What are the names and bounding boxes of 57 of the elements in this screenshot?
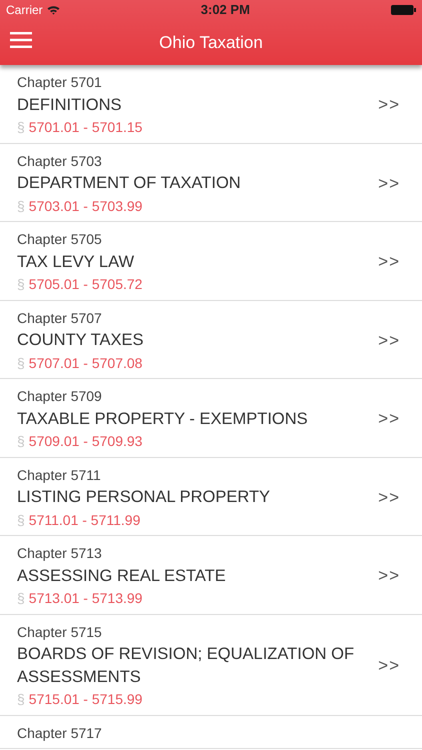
- chapter-number: Chapter 5705: [17, 230, 103, 249]
- chapter-number: Chapter 5711: [17, 466, 102, 485]
- chapter-number: Chapter 5715: [17, 622, 103, 642]
- section-sign: §: [17, 589, 25, 608]
- chapter-title: LISTING PERSONAL PROPERTY: [17, 487, 272, 508]
- chapter-title: DEPARTMENT OF TAXATION: [17, 173, 242, 194]
- chapter-row[interactable]: Chapter 5701 DEFINITIONS § 5701.01 - 5701.15 >>: [0, 65, 422, 144]
- menu-icon: [10, 32, 32, 48]
- section-sign: §: [17, 690, 25, 709]
- chevron-button[interactable]: >>: [378, 170, 400, 196]
- chapter-row[interactable]: Chapter 5717: [0, 716, 422, 749]
- chevron-button[interactable]: >>: [378, 406, 400, 432]
- chapter-title: ASSESSING REAL ESTATE: [17, 566, 227, 586]
- section-sign: §: [17, 432, 25, 451]
- chevron-button[interactable]: >>: [378, 249, 400, 274]
- chapter-row[interactable]: Chapter 5709 TAXABLE PROPERTY - EXEMPTIONS § 5709.01 - 5709.93 >>: [0, 379, 422, 458]
- chapter-row[interactable]: Chapter 5703 DEPARTMENT OF TAXATION § 5703.01 - 5703.99 >>: [0, 144, 422, 222]
- section-sign: §: [17, 510, 25, 530]
- carrier-label: Carrier: [6, 2, 43, 19]
- chevron-button[interactable]: >>: [378, 652, 400, 678]
- chapter-title: TAX LEVY LAW: [17, 252, 136, 272]
- chevron-button[interactable]: >>: [378, 92, 400, 118]
- section-sign: §: [17, 275, 25, 294]
- chapter-number: Chapter 5709: [17, 387, 103, 406]
- chevron-button[interactable]: >>: [378, 484, 400, 510]
- chapter-number: Chapter 5713: [17, 544, 103, 563]
- chapter-row[interactable]: Chapter 5705 TAX LEVY LAW § 5705.01 - 5705.72 >>: [0, 222, 422, 300]
- section-range: 5703.01 - 5703.99: [28, 196, 142, 216]
- chevron-button[interactable]: >>: [378, 328, 400, 353]
- chapter-number: Chapter 5703: [17, 152, 103, 171]
- section-range: 5709.01 - 5709.93: [28, 432, 142, 451]
- chevron-button[interactable]: >>: [378, 563, 400, 588]
- wifi-icon: [46, 5, 60, 15]
- chapter-title: TAXABLE PROPERTY - EXEMPTIONS: [17, 408, 309, 430]
- section-range: 5705.01 - 5705.72: [28, 275, 142, 294]
- section-range: 5713.01 - 5713.99: [28, 589, 142, 608]
- chapter-row[interactable]: Chapter 5715 BOARDS OF REVISION; EQUALIZATION OF ASSESSMENTS § 5715.01 - 5715.99 >>: [0, 614, 422, 716]
- chapter-row[interactable]: Chapter 5713 ASSESSING REAL ESTATE § 5713.01 - 5713.99 >>: [0, 536, 422, 614]
- chapter-title: COUNTY TAXES: [17, 330, 145, 351]
- section-sign: §: [17, 354, 25, 372]
- section-range: 5701.01 - 5701.15: [28, 118, 142, 137]
- battery-icon: [391, 5, 416, 15]
- section-range: 5715.01 - 5715.99: [28, 690, 142, 709]
- chapter-number: Chapter 5707: [17, 308, 103, 328]
- menu-button[interactable]: [10, 32, 32, 48]
- chapter-number: Chapter 5717: [17, 724, 103, 743]
- section-range: 5707.01 - 5707.08: [28, 354, 142, 372]
- section-sign: §: [17, 196, 25, 216]
- chapter-title: BOARDS OF REVISION; EQUALIZATION OF ASSESSMENTS: [17, 644, 356, 688]
- chapter-row[interactable]: Chapter 5711 LISTING PERSONAL PROPERTY § 5711.01 - 5711.99 >>: [0, 458, 422, 536]
- section-sign: §: [17, 118, 25, 137]
- clock-time: 3:02 PM: [200, 1, 250, 20]
- chapter-row[interactable]: Chapter 5707 COUNTY TAXES § 5707.01 - 5707.08 >>: [0, 300, 422, 379]
- chapter-title: DEFINITIONS: [17, 94, 123, 116]
- chapter-number: Chapter 5701: [17, 73, 103, 92]
- screen-title: Ohio Taxation: [159, 32, 263, 54]
- section-range: 5711.01 - 5711.99: [28, 510, 140, 530]
